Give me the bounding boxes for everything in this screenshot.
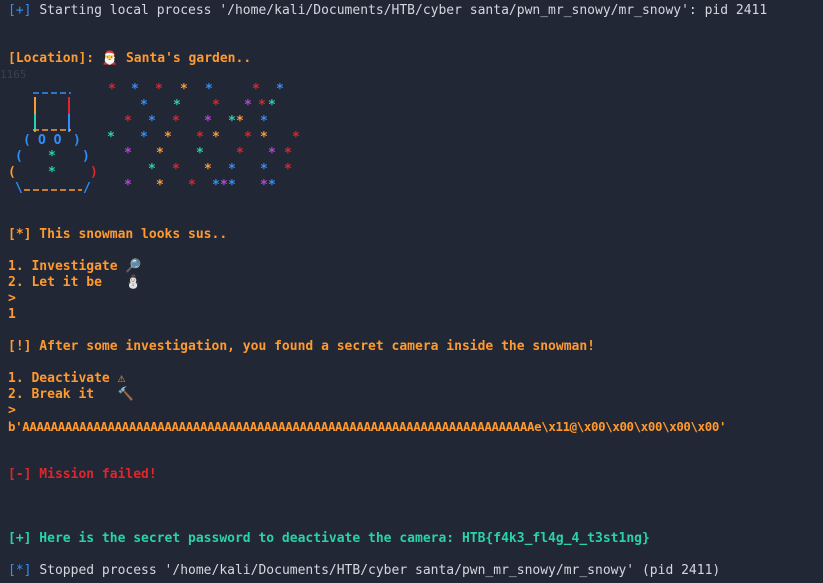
snow-star: *: [124, 114, 132, 129]
snow-star: *: [124, 178, 132, 193]
mission-failed-line: [-] Mission failed!: [8, 467, 157, 482]
user-input-choice: 1: [8, 307, 16, 322]
snow-star: *: [196, 130, 204, 145]
stop-process-text: Stopped process '/home/kali/Documents/HT…: [39, 563, 721, 578]
menu-option-break-label: 2. Break it: [8, 387, 95, 402]
svg-text:O O: O O: [38, 133, 62, 148]
snow-star: *: [244, 98, 252, 113]
snow-star: *: [220, 178, 228, 193]
snow-star: *: [276, 82, 284, 97]
snow-star: *: [205, 82, 213, 97]
snow-star: *: [180, 82, 188, 97]
secret-password-text: [+] Here is the secret password to deact…: [8, 531, 455, 546]
menu-option-break: 2. Break it 🔨: [8, 387, 134, 403]
snow-star: *: [258, 98, 266, 113]
snow-star: *: [172, 114, 180, 129]
snow-star: *: [204, 162, 212, 177]
svg-text:\: \: [15, 181, 23, 196]
snow-star: *: [268, 98, 276, 113]
snow-star: *: [212, 178, 220, 193]
snow-star: *: [140, 98, 148, 113]
prompt-marker: >: [8, 291, 16, 306]
snow-star: *: [268, 178, 276, 193]
snow-star: *: [260, 162, 268, 177]
snow-star: *: [204, 114, 212, 129]
snowman-ascii-art: ( O O ) ( * ) ( * ) \ / * * * * * * * * * * * * * * * *…: [0, 70, 320, 200]
snow-star: *: [173, 98, 181, 113]
secret-password-line: [+] Here is the secret password to deact…: [8, 531, 650, 547]
snow-star: *: [196, 146, 204, 161]
snow-star: *: [236, 114, 244, 129]
snow-star: *: [212, 98, 220, 113]
payload-line: b'AAAAAAAAAAAAAAAAAAAAAAAAAAAAAAAAAAAAAA…: [8, 419, 727, 434]
hammer-icon: 🔨: [117, 387, 134, 402]
menu-option-let-it-be: 2. Let it be ⛄: [8, 275, 142, 291]
svg-text:): ): [82, 149, 90, 164]
snowman-icon: ⛄: [125, 275, 142, 290]
svg-text:(: (: [8, 165, 16, 180]
snow-star: *: [148, 162, 156, 177]
snow-star: *: [107, 130, 115, 145]
snow-star: *: [156, 178, 164, 193]
snow-star: *: [252, 82, 260, 97]
snow-star: *: [236, 146, 244, 161]
snowman-art-canvas: ( O O ) ( * ) ( * ) \ / * * * * * * ** * * * * ** * *…: [8, 82, 300, 196]
prompt-marker-2: >: [8, 403, 16, 418]
snow-star: *: [228, 114, 236, 129]
snow-star: *: [155, 82, 163, 97]
info-marker: [+]: [8, 3, 32, 18]
svg-text:*: *: [48, 149, 56, 164]
warning-icon: ⚠: [117, 371, 126, 386]
snow-stars: * * * * * * ** * * * * ** * * * * * ** * * * * * * ** * * * * ** * * * * *…: [107, 82, 300, 193]
snow-star: *: [228, 178, 236, 193]
snowman-hat: [33, 92, 71, 132]
location-text: Santa's garden..: [125, 51, 252, 66]
svg-text:/: /: [83, 181, 91, 196]
svg-text:): ): [90, 165, 98, 180]
svg-text:): ): [73, 133, 81, 148]
menu-option-deactivate: 1. Deactivate ⚠: [8, 371, 125, 387]
snow-star: *: [284, 162, 292, 177]
location-line: [Location]: 🎅 Santa's garden..: [8, 51, 251, 67]
santa-icon: 🎅: [101, 51, 119, 66]
menu-option-deactivate-label: 1. Deactivate: [8, 371, 110, 386]
snow-star: *: [140, 130, 148, 145]
snow-star: *: [124, 146, 132, 161]
svg-text:*: *: [48, 165, 56, 180]
menu-option-let-it-be-label: 2. Let it be: [8, 275, 102, 290]
svg-text:(: (: [15, 149, 23, 164]
start-process-line: [+] Starting local process '/home/kali/D…: [8, 3, 767, 19]
location-label: [Location]:: [8, 51, 95, 66]
snow-star: *: [156, 146, 164, 161]
stop-marker: [*]: [8, 563, 32, 578]
snow-star: *: [284, 146, 292, 161]
snow-star: *: [260, 130, 268, 145]
snow-star: *: [260, 114, 268, 129]
snow-star: *: [292, 130, 300, 145]
snow-star: *: [260, 178, 268, 193]
snowman-head: ( O O ): [23, 133, 81, 148]
stop-process-line: [*] Stopped process '/home/kali/Document…: [8, 563, 720, 579]
snow-star: *: [212, 130, 220, 145]
snow-star: *: [108, 82, 116, 97]
snow-star: *: [188, 178, 196, 193]
snow-star: *: [131, 82, 139, 97]
menu-option-investigate-label: 1. Investigate: [8, 259, 118, 274]
snowman-body: ( * ) ( * ) \ /: [8, 149, 98, 196]
snow-star: *: [228, 162, 236, 177]
found-camera-line: [!] After some investigation, you found …: [8, 339, 595, 354]
svg-text:(: (: [23, 133, 31, 148]
magnifier-icon: 🔎: [125, 259, 142, 274]
menu-option-investigate: 1. Investigate 🔎: [8, 259, 142, 275]
snow-star: *: [172, 162, 180, 177]
flag-value: HTB{f4k3_fl4g_4_t3st1ng}: [461, 531, 650, 546]
snow-star: *: [268, 146, 276, 161]
sus-line: [*] This snowman looks sus..: [8, 227, 228, 242]
snow-star: *: [164, 130, 172, 145]
snow-star: *: [244, 130, 252, 145]
snow-star: *: [148, 114, 156, 129]
start-process-text: Starting local process '/home/kali/Docum…: [39, 3, 768, 18]
